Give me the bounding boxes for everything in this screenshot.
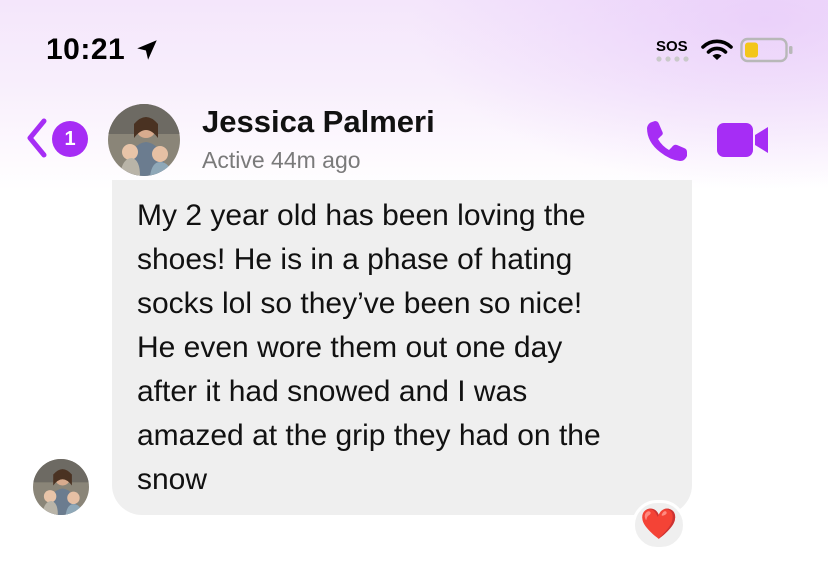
contact-active-status: Active 44m ago xyxy=(202,147,361,173)
battery-icon xyxy=(740,37,793,63)
sender-avatar[interactable] xyxy=(33,459,89,515)
sos-indicator: SOS xyxy=(656,38,688,55)
signal-dots-icon xyxy=(656,56,689,62)
status-time: 10:21 xyxy=(46,33,126,66)
contact-avatar[interactable] xyxy=(108,104,180,176)
location-arrow-icon xyxy=(137,40,157,60)
contact-name[interactable]: Jessica Palmeri xyxy=(202,104,435,140)
video-camera-icon[interactable] xyxy=(716,120,770,160)
wifi-icon xyxy=(701,39,733,60)
unread-count-badge[interactable]: 1 xyxy=(52,121,88,157)
phone-icon[interactable] xyxy=(644,118,690,164)
heart-reaction[interactable]: ❤️ xyxy=(632,500,686,550)
message-text: My 2 year old has been loving the shoes!… xyxy=(137,199,601,496)
